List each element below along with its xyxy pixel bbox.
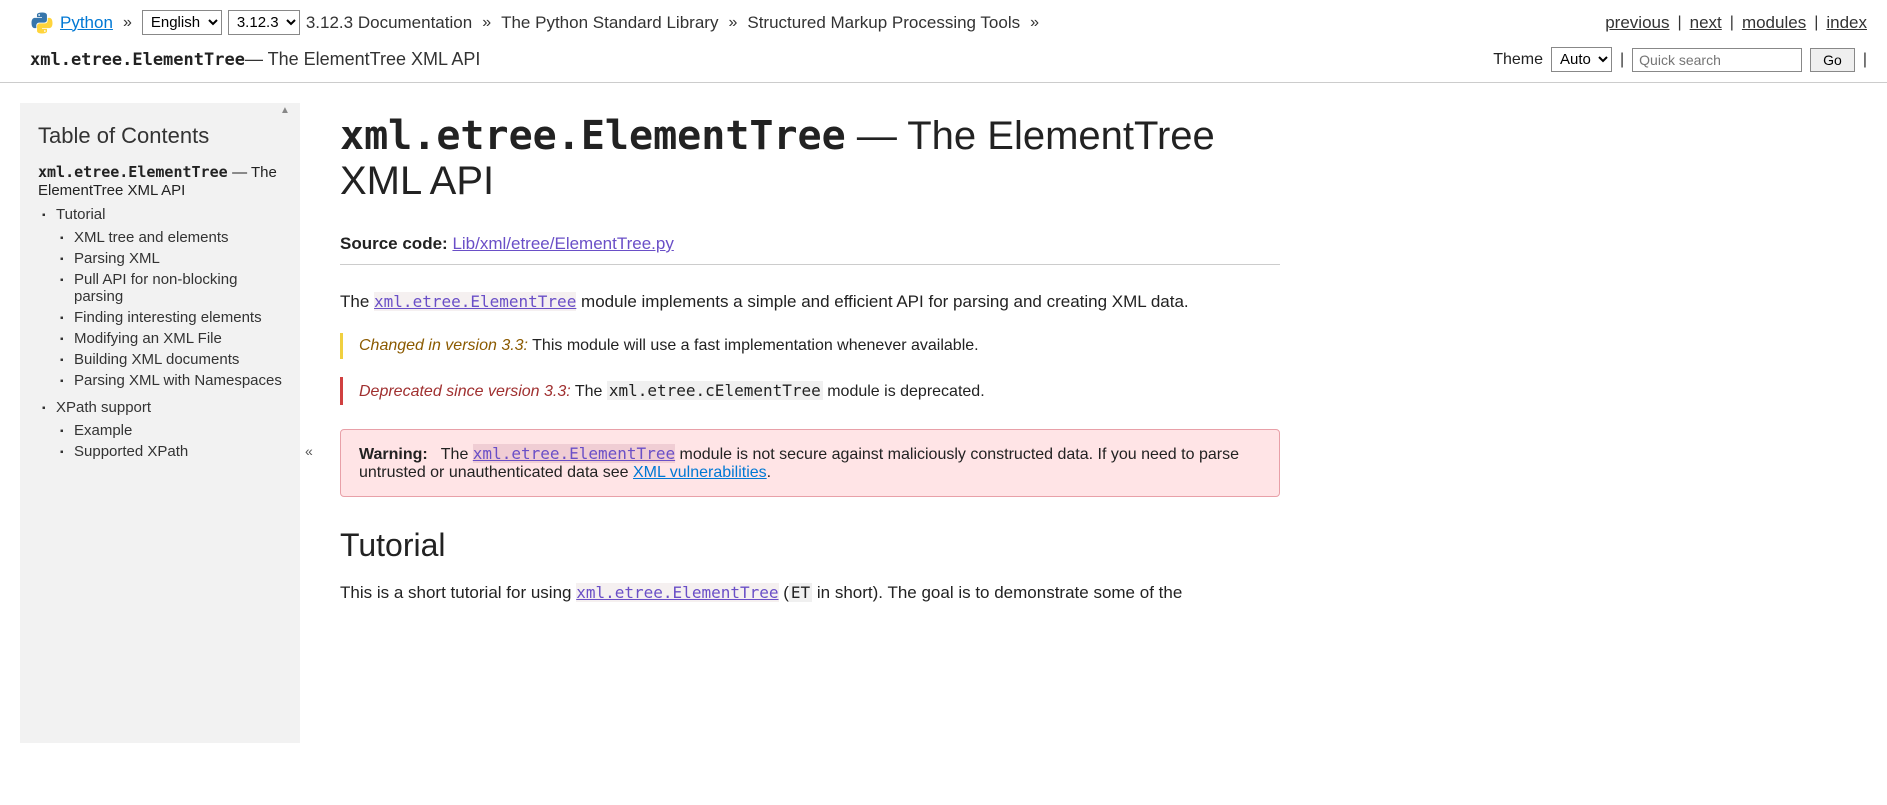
breadcrumb-markup[interactable]: Structured Markup Processing Tools [747, 13, 1020, 33]
sub-navigation: xml.etree.ElementTree — The ElementTree … [0, 41, 1887, 83]
sidebar-collapse-icon[interactable]: « [305, 443, 313, 459]
warning-module-link[interactable]: xml.etree.ElementTree [473, 444, 675, 463]
warning-box: Warning: The xml.etree.ElementTree modul… [340, 429, 1280, 497]
nav-index[interactable]: index [1826, 13, 1867, 33]
tutorial-intro-paragraph: This is a short tutorial for using xml.e… [340, 580, 1280, 606]
deprecated-notice: Deprecated since version 3.3: The xml.et… [340, 377, 1280, 405]
source-code-link[interactable]: Lib/xml/etree/ElementTree.py [452, 234, 673, 253]
xml-vulnerabilities-link[interactable]: XML vulnerabilities [633, 464, 767, 481]
toc-subitem[interactable]: Building XML documents [74, 349, 282, 370]
page-subtitle: — The ElementTree XML API [245, 49, 480, 70]
tutorial-heading: Tutorial [340, 527, 1280, 564]
python-home-link[interactable]: Python [60, 13, 113, 33]
intro-paragraph: The xml.etree.ElementTree module impleme… [340, 289, 1280, 315]
toc-subitem[interactable]: Supported XPath [74, 441, 282, 462]
changed-notice: Changed in version 3.3: This module will… [340, 333, 1280, 359]
toc-root-module[interactable]: xml.etree.ElementTree [38, 163, 228, 181]
toc-item-tutorial[interactable]: Tutorial XML tree and elements Parsing X… [56, 204, 282, 397]
source-code-line: Source code: Lib/xml/etree/ElementTree.p… [340, 234, 1280, 254]
version-select[interactable]: 3.12.3 [228, 10, 300, 35]
scroll-up-icon[interactable]: ▲ [280, 105, 290, 116]
top-right-nav: previous | next | modules | index [1605, 13, 1867, 33]
search-go-button[interactable]: Go [1810, 48, 1855, 72]
toc-heading: Table of Contents [38, 123, 282, 149]
toc-subitem[interactable]: Parsing XML with Namespaces [74, 370, 282, 391]
toc-subitem[interactable]: Parsing XML [74, 248, 282, 269]
theme-label: Theme [1493, 51, 1543, 69]
nav-previous[interactable]: previous [1605, 13, 1669, 33]
deprecated-module-code: xml.etree.cElementTree [607, 381, 823, 400]
nav-modules[interactable]: modules [1742, 13, 1806, 33]
toc-item-xpath[interactable]: XPath support Example Supported XPath [56, 397, 282, 468]
main-content: xml.etree.ElementTree — The ElementTree … [300, 83, 1320, 743]
separator: » [123, 14, 132, 32]
module-ref-link[interactable]: xml.etree.ElementTree [374, 292, 576, 311]
divider [340, 264, 1280, 265]
breadcrumb-docs[interactable]: 3.12.3 Documentation [306, 13, 472, 33]
page-title: xml.etree.ElementTree — The ElementTree … [340, 113, 1280, 204]
page-module-name: xml.etree.ElementTree [30, 50, 245, 70]
toc-subitem[interactable]: Pull API for non-blocking parsing [74, 269, 282, 307]
search-input[interactable] [1632, 48, 1802, 72]
nav-next[interactable]: next [1690, 13, 1722, 33]
top-navigation: Python » English 3.12.3 3.12.3 Documenta… [0, 0, 1887, 41]
language-select[interactable]: English [142, 10, 222, 35]
tutorial-module-link[interactable]: xml.etree.ElementTree [576, 583, 778, 602]
breadcrumb-stdlib[interactable]: The Python Standard Library [501, 13, 718, 33]
toc-subitem[interactable]: Finding interesting elements [74, 307, 282, 328]
toc-subitem[interactable]: Example [74, 420, 282, 441]
sidebar-toc[interactable]: Table of Contents xml.etree.ElementTree … [20, 103, 300, 743]
toc-subitem[interactable]: XML tree and elements [74, 227, 282, 248]
python-logo-icon [30, 11, 54, 35]
toc-subitem[interactable]: Modifying an XML File [74, 328, 282, 349]
et-abbrev-code: ET [789, 583, 812, 602]
theme-select[interactable]: Auto [1551, 47, 1612, 72]
